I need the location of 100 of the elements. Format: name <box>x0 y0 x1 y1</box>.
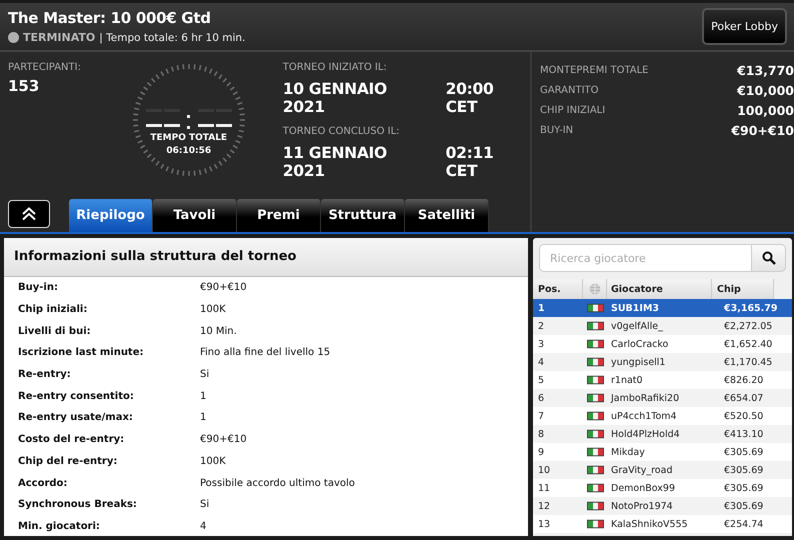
prize-label: MONTEPREMI TOTALE <box>540 64 649 76</box>
tab[interactable]: Premi <box>237 199 321 232</box>
player-row[interactable]: 13 KalaShnikoV555 €254.74 <box>533 515 792 533</box>
position-cell-text: 8 <box>537 428 546 440</box>
prize-value: 100,000 <box>737 102 794 118</box>
structure-label: Chip del re-entry: <box>18 456 118 467</box>
chip-cell-text: €2,272.05 <box>723 320 774 332</box>
player-row[interactable]: 1 SUB1IM3 €3,165.79 <box>533 299 792 317</box>
start-date: 10 GENNAIO 2021 <box>282 80 388 116</box>
player-name-cell-text: Hold4PlzHold4 <box>610 428 681 440</box>
structure-label: Livelli di bui: <box>18 326 92 337</box>
prize-label: GARANTITO <box>540 84 598 96</box>
position-cell-text: 6 <box>537 392 546 404</box>
prize-value: €13,770 <box>737 62 794 78</box>
position-cell-text: 1 <box>537 302 546 314</box>
tab[interactable]: Satelliti <box>405 199 489 232</box>
double-chevron-up-icon <box>21 207 37 221</box>
player-row[interactable]: 3 CarloCracko €1,652.40 <box>533 335 792 353</box>
duration-text: | Tempo totale: 6 hr 10 min. <box>99 32 246 44</box>
position-cell-text: 13 <box>537 518 552 530</box>
player-name-cell-text: uP4cch1Tom4 <box>610 410 678 422</box>
structure-label: Chip iniziali: <box>18 304 88 316</box>
start-time: 20:00 CET <box>446 80 494 116</box>
structure-value: 100K <box>200 456 226 467</box>
flag-icon <box>586 392 604 404</box>
end-date: 11 GENNAIO 2021 <box>282 144 388 180</box>
column-header[interactable]: Chip <box>712 279 774 299</box>
chip-cell-text: €305.69 <box>723 464 764 476</box>
player-row[interactable]: 5 r1nat0 €826.20 <box>533 371 792 389</box>
player-name-cell-text: KalaShnikoV555 <box>610 518 689 530</box>
prize-value: €10,000 <box>737 82 794 98</box>
player-name-cell-text: Mikday <box>610 446 646 458</box>
chip-cell-text: €1,652.40 <box>723 338 774 350</box>
clock-time: 06:10:56 <box>165 146 212 156</box>
structure-value: €90+€10 <box>200 282 247 294</box>
structure-value: 10 Min. <box>200 326 237 337</box>
chip-cell-text: €826.20 <box>723 374 764 386</box>
prize-label: BUY-IN <box>540 124 574 136</box>
prize-label: CHIP INIZIALI <box>540 104 606 116</box>
chip-cell-text: €305.69 <box>723 446 764 458</box>
structure-label: Re-entry: <box>18 369 72 380</box>
flag-icon <box>586 338 604 350</box>
structure-label: Re-entry usate/max: <box>18 412 134 424</box>
position-cell-text: 2 <box>537 320 546 332</box>
tournament-title: The Master: 10 000€ Gtd <box>8 9 212 27</box>
tab[interactable]: Struttura <box>321 199 405 232</box>
participants-label: PARTECIPANTI: <box>8 62 82 73</box>
structure-value: 1 <box>200 390 206 402</box>
chip-cell-text: €520.50 <box>723 410 764 422</box>
tab[interactable]: Tavoli <box>153 199 237 232</box>
player-row[interactable]: 7 uP4cch1Tom4 €520.50 <box>533 407 792 425</box>
player-name-cell-text: GraVity_road <box>610 464 674 476</box>
flag-icon <box>586 410 604 422</box>
chip-cell-text: €305.69 <box>723 482 764 494</box>
player-row[interactable]: 9 Mikday €305.69 <box>533 443 792 461</box>
collapse-button[interactable] <box>8 200 50 228</box>
structure-label: Buy-in: <box>18 282 59 294</box>
chip-cell-text: €1,170.45 <box>723 356 774 368</box>
player-name-cell-text: SUB1IM3 <box>610 302 660 314</box>
flag-icon <box>586 482 604 494</box>
flag-icon <box>586 500 604 512</box>
structure-label: Re-entry consentito: <box>18 390 135 402</box>
flag-icon <box>586 428 604 440</box>
column-header[interactable]: Giocatore <box>607 279 712 299</box>
structure-label: Iscrizione last minute: <box>18 347 144 358</box>
structure-label: Accordo: <box>18 478 68 489</box>
player-row[interactable]: 11 DemonBox99 €305.69 <box>533 479 792 497</box>
flag-icon <box>586 320 604 332</box>
status-label: TERMINATO <box>23 31 96 44</box>
player-name-cell-text: v0gelfAlle_ <box>610 320 664 332</box>
poker-lobby-button[interactable]: Poker Lobby <box>702 8 787 45</box>
player-name-cell-text: yungpisell1 <box>610 356 666 368</box>
position-cell-text: 5 <box>537 374 546 386</box>
flag-icon <box>586 374 604 386</box>
player-name-cell-text: NotoPro1974 <box>610 500 674 512</box>
position-cell-text: 4 <box>537 356 546 368</box>
structure-value: Possibile accordo ultimo tavolo <box>200 478 355 489</box>
globe-icon <box>588 283 600 295</box>
position-cell-text: 12 <box>537 500 552 512</box>
structure-label: Min. giocatori: <box>18 520 101 532</box>
structure-title: Informazioni sulla struttura del torneo <box>4 238 528 277</box>
structure-value: Fino alla fine del livello 15 <box>200 347 330 358</box>
player-name-cell-text: JamboRafiki20 <box>610 392 680 404</box>
prize-value: €90+€10 <box>731 122 794 138</box>
position-cell-text: 3 <box>537 338 546 350</box>
column-header[interactable]: Pos. <box>533 279 583 299</box>
flag-icon <box>586 464 604 476</box>
player-search-field[interactable]: Ricerca giocatore <box>539 244 751 272</box>
flag-icon <box>586 302 604 314</box>
player-name-cell-text: CarloCracko <box>610 338 670 350</box>
flag-icon <box>586 446 604 458</box>
structure-value: 4 <box>200 520 206 532</box>
tab[interactable]: Riepilogo <box>69 199 153 232</box>
position-cell-text: 11 <box>537 482 552 494</box>
search-button[interactable] <box>751 244 786 272</box>
structure-value: 1 <box>200 412 206 424</box>
chip-cell-text: €654.07 <box>723 392 764 404</box>
chip-cell-text: €3,165.79 <box>723 302 778 314</box>
position-cell-text: 10 <box>537 464 552 476</box>
clock-label: TEMPO TOTALE <box>149 133 228 143</box>
